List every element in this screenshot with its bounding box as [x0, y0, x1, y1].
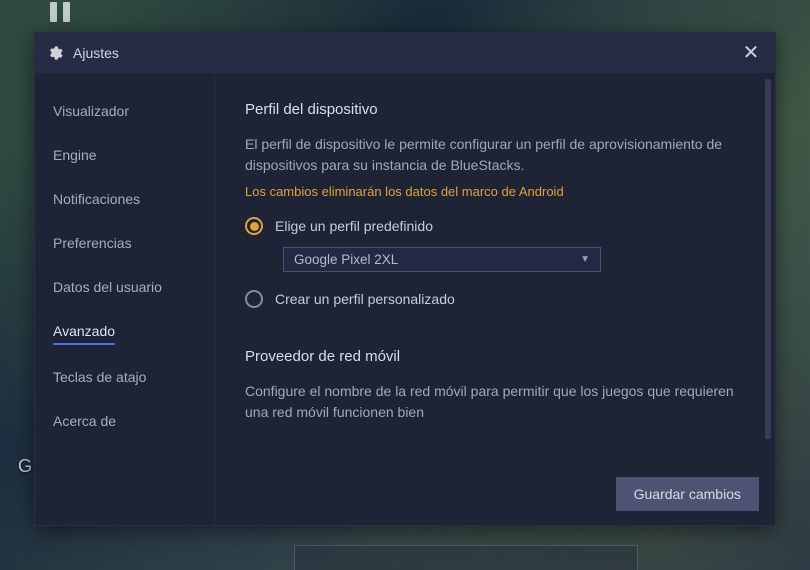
sidebar-item-avanzado[interactable]: Avanzado: [53, 313, 115, 345]
sidebar-item-teclas-de-atajo[interactable]: Teclas de atajo: [53, 359, 146, 395]
modal-body: Visualizador Engine Notificaciones Prefe…: [35, 73, 775, 525]
device-profile-warning: Los cambios eliminarán los datos del mar…: [245, 184, 735, 199]
radio-predefined-label: Elige un perfil predefinido: [275, 218, 433, 234]
device-profile-select[interactable]: Google Pixel 2XL ▼: [283, 247, 601, 272]
pause-icon: [63, 2, 70, 22]
section-title-device-profile: Perfil del dispositivo: [245, 101, 735, 118]
pause-icon: [50, 2, 57, 22]
settings-modal: Ajustes ✕ Visualizador Engine Notificaci…: [34, 32, 776, 526]
modal-header: Ajustes ✕: [35, 33, 775, 73]
chevron-down-icon: ▼: [580, 254, 590, 265]
radio-custom-label: Crear un perfil personalizado: [275, 291, 455, 307]
radio-custom-profile[interactable]: Crear un perfil personalizado: [245, 290, 735, 308]
pause-button[interactable]: [42, 0, 78, 28]
background-letter: G: [18, 456, 32, 477]
radio-icon-selected: [245, 217, 263, 235]
scrollbar[interactable]: [765, 79, 771, 439]
radio-predefined-profile[interactable]: Elige un perfil predefinido: [245, 217, 735, 235]
gear-icon: [47, 45, 63, 61]
sidebar-item-acerca-de[interactable]: Acerca de: [53, 403, 116, 439]
sidebar: Visualizador Engine Notificaciones Prefe…: [35, 73, 215, 525]
sidebar-item-datos-del-usuario[interactable]: Datos del usuario: [53, 269, 162, 305]
sidebar-item-preferencias[interactable]: Preferencias: [53, 225, 132, 261]
content-wrap: Perfil del dispositivo El perfil de disp…: [215, 73, 775, 525]
sidebar-item-notificaciones[interactable]: Notificaciones: [53, 181, 140, 217]
bottom-panel-outline: [294, 545, 638, 570]
mobile-network-description: Configure el nombre de la red móvil para…: [245, 381, 735, 423]
content: Perfil del dispositivo El perfil de disp…: [215, 73, 775, 467]
device-profile-description: El perfil de dispositivo le permite conf…: [245, 134, 735, 176]
sidebar-item-engine[interactable]: Engine: [53, 137, 97, 173]
select-value: Google Pixel 2XL: [294, 252, 398, 267]
radio-icon-unselected: [245, 290, 263, 308]
sidebar-item-visualizador[interactable]: Visualizador: [53, 93, 129, 129]
save-changes-button[interactable]: Guardar cambios: [616, 477, 759, 511]
modal-title: Ajustes: [73, 45, 729, 61]
modal-footer: Guardar cambios: [215, 467, 775, 525]
close-icon[interactable]: ✕: [739, 43, 763, 63]
section-title-mobile-network: Proveedor de red móvil: [245, 348, 735, 365]
